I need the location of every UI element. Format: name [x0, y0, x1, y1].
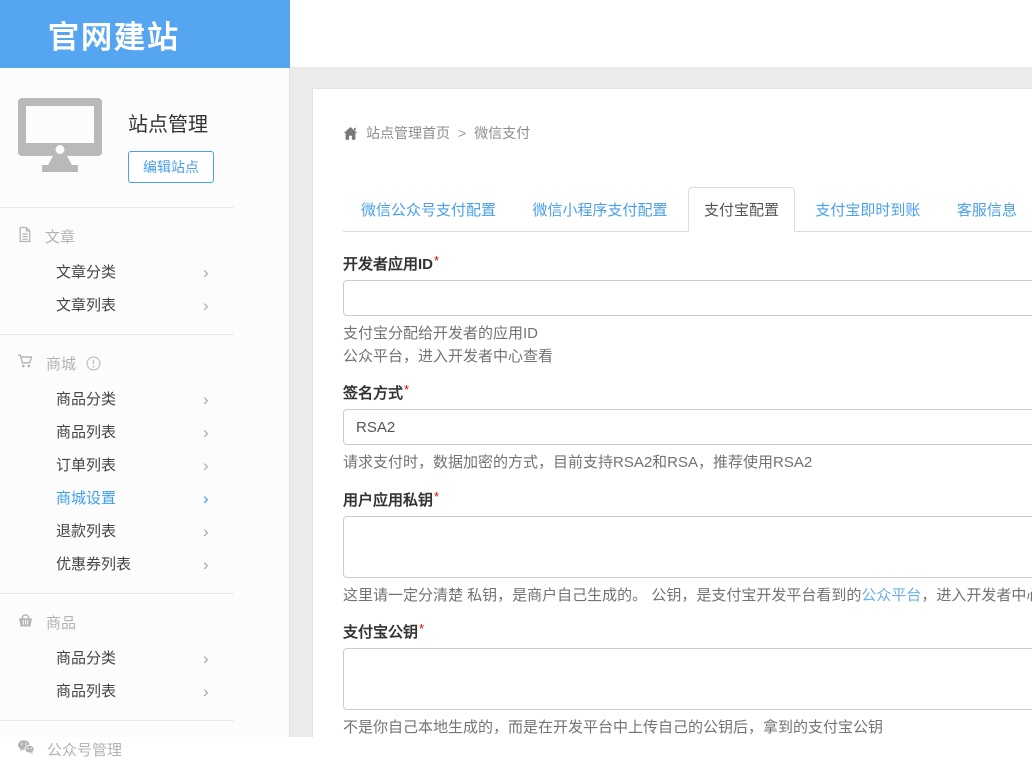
chevron-right-icon: ›	[203, 515, 209, 548]
sidebar-item-refund-list[interactable]: 退款列表 ›	[0, 515, 289, 548]
tab-alipay-config[interactable]: 支付宝配置	[688, 187, 795, 232]
required-mark: *	[404, 382, 409, 397]
breadcrumb-home-link[interactable]: 站点管理首页	[366, 123, 450, 143]
topbar	[290, 0, 1032, 68]
field-sign-type: 签名方式* 请求支付时，数据加密的方式，目前支持RSA2和RSA，推荐使用RSA…	[343, 382, 1032, 475]
help-line: 请求支付时，数据加密的方式，目前支持RSA2和RSA，推荐使用RSA2	[343, 452, 1032, 475]
notice-icon	[86, 356, 101, 371]
sidebar-item-mall-settings[interactable]: 商城设置 ›	[0, 482, 289, 515]
sidebar-item-label: 商城设置	[56, 490, 116, 507]
site-manage-title: 站点管理	[128, 108, 214, 137]
section-title-mall: 商城	[46, 353, 76, 374]
sidebar-section-mall: 商城 商品分类 › 商品列表 › 订单列表 › 商城设置 ›	[0, 335, 289, 593]
basket-icon	[17, 612, 34, 632]
sidebar-item-coupon-list[interactable]: 优惠券列表 ›	[0, 548, 289, 581]
sidebar-item-goods-category[interactable]: 商品分类 ›	[0, 383, 289, 416]
sidebar-item-label: 订单列表	[56, 457, 116, 474]
tab-customer-service[interactable]: 客服信息	[941, 187, 1032, 232]
chevron-right-icon: ›	[203, 289, 209, 322]
chevron-right-icon: ›	[203, 383, 209, 416]
section-title-articles: 文章	[45, 226, 75, 247]
sidebar-item-label: 商品分类	[56, 391, 116, 408]
wechat-icon	[17, 739, 35, 759]
content-card: 站点管理首页 > 微信支付 微信公众号支付配置 微信小程序支付配置 支付宝配置 …	[312, 88, 1032, 737]
sidebar-item-label: 商品列表	[56, 683, 116, 700]
alipay-config-form: 开发者应用ID* 支付宝分配给开发者的应用ID 公众平台，进入开发者中心查看 签…	[343, 253, 1032, 737]
main-area: 站点管理首页 > 微信支付 微信公众号支付配置 微信小程序支付配置 支付宝配置 …	[290, 68, 1032, 737]
article-icon	[17, 226, 33, 247]
sign-type-input[interactable]	[343, 409, 1032, 445]
chevron-right-icon: ›	[203, 482, 209, 515]
chevron-right-icon: ›	[203, 416, 209, 449]
help-line: 支付宝分配给开发者的应用ID	[343, 323, 1032, 346]
edit-site-button[interactable]: 编辑站点	[128, 151, 214, 183]
required-mark: *	[434, 489, 439, 504]
private-key-textarea[interactable]	[343, 516, 1032, 578]
sidebar-item-product-list[interactable]: 商品列表 ›	[0, 675, 289, 708]
chevron-right-icon: ›	[203, 675, 209, 708]
help-line: 这里请一定分清楚 私钥，是商户自己生成的。 公钥，是支付宝开发平台看到的	[343, 587, 861, 604]
section-title-products: 商品	[46, 612, 76, 633]
chevron-right-icon: ›	[203, 256, 209, 289]
help-line: 不是你自己本地生成的，而是在开发平台中上传自己的公钥后，拿到的支付宝公钥	[343, 717, 1032, 737]
app-id-input[interactable]	[343, 280, 1032, 316]
field-help: 这里请一定分清楚 私钥，是商户自己生成的。 公钥，是支付宝开发平台看到的公众平台…	[343, 585, 1032, 608]
sidebar-item-label: 文章列表	[56, 297, 116, 314]
help-line: ，进入开发者中心重置	[921, 587, 1032, 604]
sidebar-item-goods-list[interactable]: 商品列表 ›	[0, 416, 289, 449]
monitor-icon	[18, 98, 102, 177]
tab-alipay-instant[interactable]: 支付宝即时到账	[799, 187, 936, 232]
alipay-public-key-textarea[interactable]	[343, 648, 1032, 710]
field-label: 用户应用私钥	[343, 489, 433, 510]
sidebar-section-products: 商品 商品分类 › 商品列表 ›	[0, 594, 289, 720]
tab-wechat-miniprogram-pay[interactable]: 微信小程序支付配置	[516, 187, 683, 232]
breadcrumb-separator: >	[458, 125, 466, 141]
field-label: 签名方式	[343, 382, 403, 403]
sidebar-section-official-account: 公众号管理	[0, 721, 289, 781]
section-head-official-account: 公众号管理	[0, 729, 289, 769]
field-alipay-public-key: 支付宝公钥* 不是你自己本地生成的，而是在开发平台中上传自己的公钥后，拿到的支付…	[343, 621, 1032, 737]
chevron-right-icon: ›	[203, 548, 209, 581]
field-help: 请求支付时，数据加密的方式，目前支持RSA2和RSA，推荐使用RSA2	[343, 452, 1032, 475]
field-help: 支付宝分配给开发者的应用ID 公众平台，进入开发者中心查看	[343, 323, 1032, 368]
breadcrumb: 站点管理首页 > 微信支付	[343, 123, 1032, 143]
sidebar-item-order-list[interactable]: 订单列表 ›	[0, 449, 289, 482]
chevron-right-icon: ›	[203, 449, 209, 482]
sidebar: 站点管理 编辑站点 文章 文章分类 › 文章列表 ›	[0, 68, 290, 737]
sidebar-item-label: 商品列表	[56, 424, 116, 441]
field-help: 不是你自己本地生成的，而是在开发平台中上传自己的公钥后，拿到的支付宝公钥	[343, 717, 1032, 737]
cart-icon	[17, 353, 34, 373]
site-profile: 站点管理 编辑站点	[0, 68, 289, 207]
sidebar-item-label: 文章分类	[56, 264, 116, 281]
sidebar-item-label: 商品分类	[56, 650, 116, 667]
breadcrumb-current: 微信支付	[474, 123, 530, 143]
help-line: 公众平台，进入开发者中心查看	[343, 346, 1032, 369]
tab-bar: 微信公众号支付配置 微信小程序支付配置 支付宝配置 支付宝即时到账 客服信息	[343, 187, 1032, 232]
section-head-articles: 文章	[0, 216, 289, 256]
section-head-mall: 商城	[0, 343, 289, 383]
sidebar-item-article-list[interactable]: 文章列表 ›	[0, 289, 289, 322]
section-head-products: 商品	[0, 602, 289, 642]
sidebar-item-article-category[interactable]: 文章分类 ›	[0, 256, 289, 289]
sidebar-item-product-category[interactable]: 商品分类 ›	[0, 642, 289, 675]
chevron-right-icon: ›	[203, 642, 209, 675]
field-app-id: 开发者应用ID* 支付宝分配给开发者的应用ID 公众平台，进入开发者中心查看	[343, 253, 1032, 368]
field-private-key: 用户应用私钥* 这里请一定分清楚 私钥，是商户自己生成的。 公钥，是支付宝开发平…	[343, 489, 1032, 608]
field-label: 开发者应用ID	[343, 253, 433, 274]
sidebar-section-articles: 文章 文章分类 › 文章列表 ›	[0, 208, 289, 334]
required-mark: *	[434, 253, 439, 268]
field-label: 支付宝公钥	[343, 621, 418, 642]
sidebar-item-label: 优惠券列表	[56, 556, 131, 573]
home-icon	[343, 126, 358, 141]
section-title-official-account: 公众号管理	[47, 739, 122, 760]
tab-wechat-official-pay[interactable]: 微信公众号支付配置	[345, 187, 512, 232]
required-mark: *	[419, 621, 424, 636]
sidebar-item-label: 退款列表	[56, 523, 116, 540]
help-public-platform-link[interactable]: 公众平台	[861, 587, 921, 604]
brand-header: 官网建站	[0, 0, 290, 68]
app-logo: 官网建站	[48, 12, 180, 57]
